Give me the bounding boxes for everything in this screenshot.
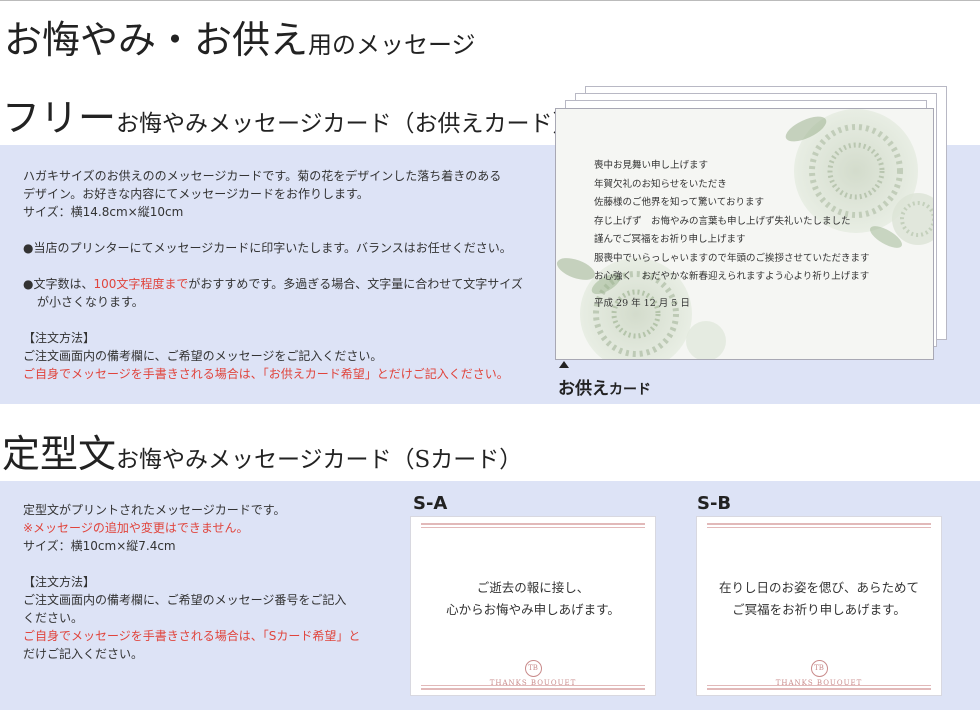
- free-note-printer: ●当店のプリンターにてメッセージカードに印字いたします。バランスはお任せください…: [23, 241, 512, 255]
- offering-card-sample: 喪中お見舞い申し上げます 年賀欠礼のお知らせをいただき 佐藤様のご他界を知って驚…: [555, 108, 934, 360]
- offering-card-caption: お供えカード: [558, 374, 651, 399]
- free-title-big: フリー: [2, 96, 117, 140]
- thanks-bouquet-logo: TB THANKS BOUQUET: [697, 655, 941, 687]
- card-message-line: ご逝去の報に接し、: [476, 580, 590, 595]
- free-note-length: ●文字数は、100文字程度までがおすすめです。多過ぎる場合、文字量に合わせて文字…: [23, 275, 543, 293]
- card-message-line: 喪中お見舞い申し上げます: [594, 160, 709, 171]
- card-message-line: 服喪中でいらっしゃいますので年頭のご挨拶させていただきます: [594, 252, 870, 264]
- thanks-bouquet-logo: TB THANKS BOUQUET: [411, 655, 655, 687]
- card-message: 在りし日のお姿を偲び、あらためて ご冥福をお祈り申しあげます。: [697, 577, 941, 621]
- logo-mark: TB: [810, 660, 828, 677]
- free-section-description: ハガキサイズのお供えののメッセージカードです。菊の花をデザインした落ち着きのある…: [23, 167, 543, 383]
- fixed-order-handwrite-note: ご自身でメッセージを手書きされる場合は、「Sカード希望」と: [23, 629, 361, 643]
- caption-sub: カード: [609, 382, 651, 398]
- card-message-line: お心強く おだやかな新春迎えられますよう心より祈り上げます: [594, 271, 870, 282]
- card-stripe: [707, 523, 931, 525]
- card-stripe: [421, 688, 645, 690]
- fixed-desc-line: 定型文がプリントされたメッセージカードです。: [23, 503, 286, 517]
- note-prefix: ●文字数は、: [23, 277, 94, 291]
- fixed-order-line: だけご記入ください。: [23, 647, 144, 661]
- fixed-order-line: ください。: [23, 611, 84, 625]
- card-message-line: ご冥福をお祈り申しあげます。: [732, 602, 906, 617]
- page-title-main: お悔やみ・お供え: [4, 18, 309, 62]
- free-note-length-cont: が小さくなります。: [37, 295, 144, 309]
- card-stripe: [707, 688, 931, 690]
- free-section-title: フリーお悔やみメッセージカード（お供えカード）: [2, 96, 576, 142]
- card-message-line: 在りし日のお姿を偲び、あらためて: [718, 580, 919, 595]
- card-message-line: 年賀欠礼のお知らせをいただき: [594, 178, 727, 190]
- note-highlight: 100文字程度まで: [93, 277, 189, 291]
- fixed-section-description: 定型文がプリントされたメッセージカードです。 ※メッセージの追加や変更はできませ…: [23, 501, 393, 663]
- card-message-line: 心からお悔やみ申しあげます。: [446, 602, 620, 617]
- free-order-line: ご注文画面内の備考欄に、ご希望のメッセージをご記入ください。: [23, 349, 383, 363]
- fixed-title-sub: お悔やみメッセージカード（Sカード）: [116, 447, 523, 473]
- free-desc-line: デザイン。お好きな内容にてメッセージカードをお作りします。: [23, 187, 369, 201]
- fixed-section-title: 定型文お悔やみメッセージカード（Sカード）: [2, 432, 522, 478]
- card-message-line: 存じ上げず お悔やみの言葉も申し上げず失礼いたしました: [594, 215, 851, 227]
- free-size: サイズ：横14.8cm×縦10cm: [23, 205, 184, 219]
- fixed-size: サイズ：横10cm×縦7.4cm: [23, 539, 176, 553]
- fixed-desc-warning: ※メッセージの追加や変更はできません。: [23, 521, 249, 535]
- card-label-s-a: S-A: [413, 493, 448, 514]
- card-stripe: [421, 685, 645, 686]
- card-message-line: 佐藤様のご他界を知って驚いております: [594, 197, 764, 208]
- up-arrow-icon: [559, 361, 569, 368]
- top-divider: [0, 0, 980, 1]
- card-label-s-b: S-B: [697, 493, 732, 514]
- free-desc-line: ハガキサイズのお供えののメッセージカードです。菊の花をデザインした落ち着きのある: [23, 169, 502, 183]
- message-card-s-b: 在りし日のお姿を偲び、あらためて ご冥福をお祈り申しあげます。 TB THANK…: [696, 516, 942, 696]
- page-title-suffix: 用のメッセージ: [308, 31, 476, 59]
- fixed-order-heading: 【注文方法】: [23, 575, 96, 589]
- card-stripe: [421, 523, 645, 525]
- page-title: お悔やみ・お供え用のメッセージ: [4, 18, 476, 64]
- card-message: 喪中お見舞い申し上げます 年賀欠礼のお知らせをいただき 佐藤様のご他界を知って驚…: [594, 157, 870, 287]
- card-message-line: 謹んでご冥福をお祈り申し上げます: [594, 234, 746, 245]
- free-order-heading: 【注文方法】: [23, 331, 96, 345]
- free-title-sub: お悔やみメッセージカード（お供えカード）: [116, 111, 576, 137]
- logo-mark: TB: [524, 660, 542, 677]
- card-message: ご逝去の報に接し、 心からお悔やみ申しあげます。: [411, 577, 655, 621]
- card-stripe: [707, 685, 931, 686]
- fixed-order-line: ご注文画面内の備考欄に、ご希望のメッセージ番号をご記入: [23, 593, 347, 607]
- card-date: 平成 29 年 12 月 5 日: [594, 298, 690, 309]
- free-order-handwrite-note: ご自身でメッセージを手書きされる場合は、「お供えカード希望」とだけご記入ください…: [23, 367, 509, 381]
- note-suffix: がおすすめです。多過ぎる場合、文字量に合わせて文字サイズ: [188, 277, 523, 291]
- message-card-s-a: ご逝去の報に接し、 心からお悔やみ申しあげます。 TB THANKS BOUQU…: [410, 516, 656, 696]
- fixed-title-big: 定型文: [2, 432, 117, 476]
- card-stripe: [421, 527, 645, 528]
- caption-main: お供え: [558, 379, 609, 399]
- card-stripe: [707, 527, 931, 528]
